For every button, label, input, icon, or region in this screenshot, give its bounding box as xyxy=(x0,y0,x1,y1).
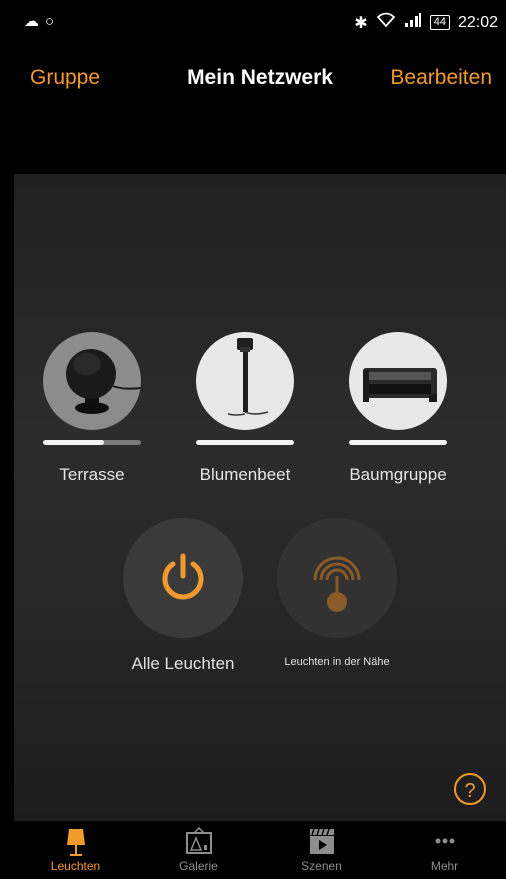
tab-mehr[interactable]: Mehr xyxy=(383,821,506,879)
proximity-icon xyxy=(313,556,361,612)
wifi-icon xyxy=(376,12,396,33)
floodlight-icon xyxy=(363,368,437,402)
tab-label: Mehr xyxy=(430,859,459,873)
nearby-lights-tile[interactable]: Leuchten in der Nähe xyxy=(262,518,412,668)
nearby-lights-button[interactable] xyxy=(277,518,397,638)
lamp-tile-blumenbeet[interactable]: Blumenbeet xyxy=(180,332,310,485)
status-bar: ☁ ○ ✱ 44 22:02 xyxy=(14,0,506,40)
lamp-name: Blumenbeet xyxy=(199,465,291,484)
tab-leuchten[interactable]: Leuchten xyxy=(14,821,137,879)
brightness-bar[interactable] xyxy=(196,440,294,445)
help-button[interactable]: ? xyxy=(454,773,486,805)
signal-icon xyxy=(404,13,422,32)
circle-icon: ○ xyxy=(45,12,55,30)
lamp-name: Baumgruppe xyxy=(349,465,447,484)
power-icon xyxy=(162,553,204,600)
all-lights-power-button[interactable] xyxy=(123,518,243,638)
cloud-icon: ☁ xyxy=(24,13,39,30)
clock: 22:02 xyxy=(457,13,498,31)
nearby-lights-label: Leuchten in der Nähe xyxy=(284,656,390,668)
all-lights-label: Alle Leuchten xyxy=(131,654,235,673)
tab-bar: Leuchten Galerie Szenen Mehr xyxy=(14,821,506,879)
lamp-photo[interactable] xyxy=(349,332,447,430)
navigation-bar: Gruppe Mein Netzwerk Bearbeiten xyxy=(14,40,506,174)
lamp-tile-baumgruppe[interactable]: Baumgruppe xyxy=(333,332,463,485)
battery-icon: 44 xyxy=(429,15,450,30)
lamp-icon xyxy=(66,829,85,856)
tab-label: Szenen xyxy=(301,859,342,873)
all-lights-tile[interactable]: Alle Leuchten xyxy=(108,518,258,674)
tab-szenen[interactable]: Szenen xyxy=(260,821,383,879)
brightness-bar[interactable] xyxy=(43,440,141,445)
lamp-photo[interactable] xyxy=(196,332,294,430)
edit-button[interactable]: Bearbeiten xyxy=(390,66,492,90)
tab-galerie[interactable]: Galerie xyxy=(137,821,260,879)
scene-clapper-icon xyxy=(309,828,334,854)
gallery-icon xyxy=(185,826,212,854)
lamp-tile-terrasse[interactable]: Terrasse xyxy=(27,332,157,485)
tab-label: Galerie xyxy=(179,859,218,873)
spotlight-ball-icon xyxy=(66,349,141,414)
lamp-name: Terrasse xyxy=(59,465,125,484)
more-dots-icon xyxy=(435,838,454,844)
garden-spike-icon xyxy=(227,338,269,416)
bluetooth-icon: ✱ xyxy=(354,14,368,32)
brightness-bar[interactable] xyxy=(349,440,447,445)
lamp-photo[interactable] xyxy=(43,332,141,430)
tab-label: Leuchten xyxy=(50,859,101,873)
lights-panel: Terrasse Blumenbeet Baumgruppe Alle Leuc… xyxy=(14,174,506,821)
